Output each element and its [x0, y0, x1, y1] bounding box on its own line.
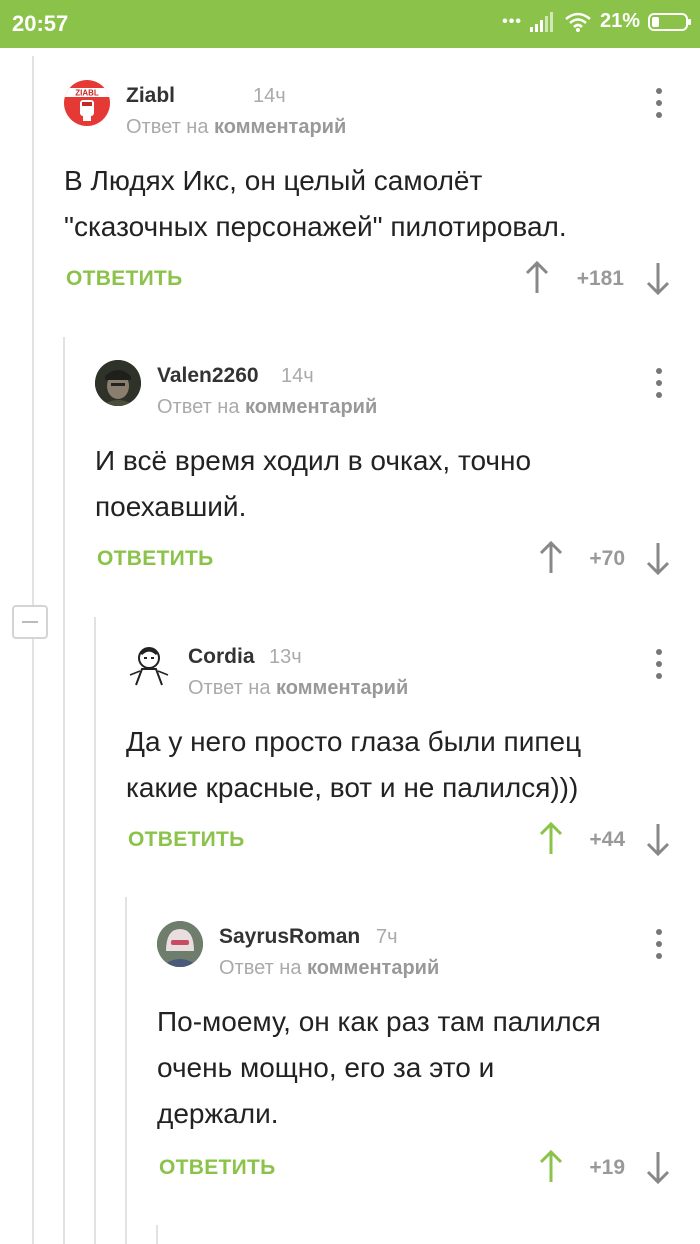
thread-line — [32, 56, 34, 1244]
comment-score: +181 — [576, 267, 624, 290]
battery-percent: 21% — [599, 10, 640, 32]
thread-line — [63, 337, 65, 1244]
comment-time: 7ч — [376, 926, 398, 948]
signal-icon — [529, 11, 553, 32]
thread-line — [125, 897, 127, 1244]
comment-text-line: Да у него просто глаза были пипец — [126, 726, 582, 757]
comment-text-line: И всё время ходил в очках, точно — [95, 445, 532, 476]
more-options-icon[interactable] — [649, 368, 669, 398]
reply-to-link[interactable]: комментарий — [276, 677, 408, 699]
comment: ZIABL Ziabl 14ч Ответ на комментарий В Л… — [64, 80, 684, 300]
sketch-face-avatar-icon[interactable] — [126, 641, 172, 687]
battery-level — [652, 16, 659, 27]
comment-text: В Людях Икс, он целый самолёт "сказочных… — [64, 158, 567, 250]
collapse-thread-button[interactable] — [12, 605, 48, 639]
comment-text-line: держали. — [157, 1098, 279, 1129]
downvote-arrow-icon[interactable] — [645, 541, 671, 575]
reply-to-link[interactable]: комментарий — [307, 957, 439, 979]
comment-text: И всё время ходил в очках, точно поехавш… — [95, 438, 531, 530]
comment: Cordia 13ч Ответ на комментарий Да у нег… — [126, 641, 686, 861]
red-fist-avatar-icon[interactable]: ZIABL — [64, 80, 110, 126]
masked-person-avatar-icon[interactable] — [157, 921, 203, 967]
battery-icon — [648, 12, 691, 31]
status-icons: ••• 21% — [502, 10, 691, 33]
comment-time: 13ч — [269, 646, 302, 668]
thread-line — [94, 617, 96, 1244]
comment: SayrusRoman 7ч Ответ на комментарий По-м… — [157, 921, 687, 1191]
comment-text-line: какие красные, вот и не палился))) — [126, 772, 579, 803]
status-time: 20:57 — [12, 11, 69, 36]
reply-to-label: Ответ на комментарий — [157, 396, 378, 418]
comment-author[interactable]: Valen2260 — [157, 364, 259, 388]
comment-score: +70 — [589, 547, 625, 570]
comment-text-line: поехавший. — [95, 491, 247, 522]
downvote-arrow-icon[interactable] — [645, 822, 671, 856]
comment-text-line: В Людях Икс, он целый самолёт — [64, 165, 483, 196]
reply-to-label: Ответ на комментарий — [126, 116, 347, 138]
reply-to-label: Ответ на комментарий — [219, 957, 440, 979]
reply-to-link[interactable]: комментарий — [214, 116, 346, 138]
reply-button[interactable]: ОТВЕТИТЬ — [66, 267, 183, 291]
reply-button[interactable]: ОТВЕТИТЬ — [159, 1156, 276, 1180]
reply-to-label: Ответ на комментарий — [188, 677, 409, 699]
comment-time: 14ч — [253, 85, 286, 107]
comment-author[interactable]: Ziabl — [126, 84, 175, 108]
more-options-icon[interactable] — [649, 88, 669, 118]
comment-text: Да у него просто глаза были пипец какие … — [126, 719, 581, 811]
avatar-logo-text: ZIABL — [75, 89, 99, 98]
comment-text-line: По-моему, он как раз там палился — [157, 1006, 601, 1037]
comment-time: 14ч — [281, 365, 314, 387]
downvote-arrow-icon[interactable] — [645, 261, 671, 295]
wifi-icon — [565, 12, 591, 32]
reply-to-link[interactable]: комментарий — [245, 396, 377, 418]
downvote-arrow-icon[interactable] — [645, 1150, 671, 1184]
comment-text-line: очень мощно, его за это и — [157, 1052, 495, 1083]
thread-line — [156, 1225, 158, 1244]
comment-text-line: "сказочных персонажей" пилотировал. — [64, 211, 567, 242]
status-bar: 20:57 ••• 21% — [0, 0, 700, 48]
upvote-arrow-icon[interactable] — [524, 261, 550, 295]
comment-author[interactable]: SayrusRoman — [219, 925, 360, 949]
soldier-avatar-icon[interactable] — [95, 360, 141, 406]
comment-score: +19 — [589, 1156, 625, 1179]
more-dots-icon: ••• — [502, 12, 522, 30]
comment-score: +44 — [589, 828, 625, 851]
comment: Valen2260 14ч Ответ на комментарий И всё… — [95, 360, 685, 580]
more-options-icon[interactable] — [649, 929, 669, 959]
more-options-icon[interactable] — [649, 649, 669, 679]
comment-author[interactable]: Cordia — [188, 645, 255, 669]
comment-text: По-моему, он как раз там палился очень м… — [157, 999, 601, 1137]
reply-button[interactable]: ОТВЕТИТЬ — [97, 547, 214, 571]
reply-button[interactable]: ОТВЕТИТЬ — [128, 828, 245, 852]
